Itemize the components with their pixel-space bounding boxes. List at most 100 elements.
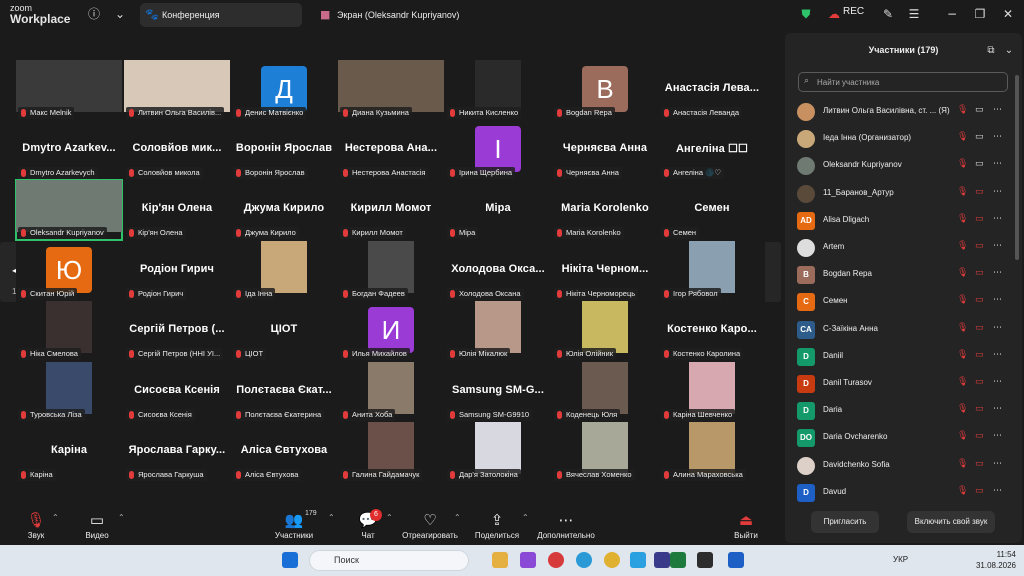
participant-row[interactable]: Artem 🎙 ▭ ⋯ [785,234,1022,261]
participant-tile[interactable]: І Ірина Щербина [445,120,551,180]
mic-muted-icon[interactable]: 🎙 [957,295,968,305]
leave-button[interactable]: ⏏ Выйти [716,505,776,545]
mic-muted-icon[interactable]: 🎙 [957,105,968,115]
participant-row[interactable]: DO Daria Ovcharenko 🎙 ▭ ⋯ [785,424,1022,451]
share-options-chevron[interactable]: ⌃ [522,513,529,522]
participant-row[interactable]: Oleksandr Kupriyanov 🎙 ▭ ⋯ [785,152,1022,179]
camera-off-icon[interactable]: ▭ [975,323,984,333]
participant-tile[interactable]: Ангеліна ☐☐ Ангеліна 🌑♡ [659,120,765,180]
participant-row[interactable]: D Daria 🎙 ▭ ⋯ [785,397,1022,424]
participant-row[interactable]: Литвин Ольга Василівна, ст. ... (Я) 🎙 ▭ ⋯ [785,98,1022,125]
camera-off-icon[interactable]: ▭ [975,350,984,360]
shield-icon[interactable]: ⛊ [798,6,814,22]
participants-button[interactable]: 👥 179 Участники [264,505,324,545]
participant-row[interactable]: CA С-Заїкіна Анна 🎙 ▭ ⋯ [785,316,1022,343]
participant-tile[interactable]: Анита Хоба [338,362,444,422]
participant-tile[interactable]: Ярослава Гарку... Ярослава Гаркуша [124,422,230,482]
chat-options-chevron[interactable]: ⌃ [386,513,393,522]
more-options-icon[interactable]: ⋯ [993,377,1002,387]
share-button[interactable]: ⇪ Поделиться [467,505,527,545]
participant-tile[interactable]: Юлія Мікалюк [445,301,551,361]
participant-tile[interactable]: Макс Melnik [16,60,122,120]
chevron-down-icon[interactable]: ⌄ [112,6,128,22]
camera-off-icon[interactable]: ▭ [975,241,984,251]
restore-icon[interactable]: ❐ [972,6,988,22]
unmute-myself-button[interactable]: Включить свой звук [907,511,995,533]
participant-row[interactable]: B Bogdan Repa 🎙 ▭ ⋯ [785,261,1022,288]
camera-off-icon[interactable]: ▭ [975,459,984,469]
participant-tile[interactable]: Д Денис Матвієнко [231,60,337,120]
search-input[interactable] [817,76,997,88]
reactions-button[interactable]: ♡ Отреагировать [400,505,460,545]
participant-tile[interactable]: Нікіта Черном... Нікіта Черноморець [552,241,658,301]
excel-icon[interactable] [670,552,686,568]
participant-tile[interactable]: Сисоєва Ксенія Сисоєва Ксенія [124,362,230,422]
camera-off-icon[interactable]: ▭ [975,187,984,197]
mic-muted-icon[interactable]: 🎙 [957,459,968,469]
participant-tile[interactable]: Галина Гайдамачук [338,422,444,482]
participant-tile[interactable]: Черняєва Анна Черняєва Анна [552,120,658,180]
participant-tile[interactable]: ЦІОТ ЦІОТ [231,301,337,361]
participant-tile[interactable]: Аліса Євтухова Аліса Євтухова [231,422,337,482]
participant-tile[interactable]: Родіон Гирич Родіон Гирич [124,241,230,301]
participant-search[interactable]: ⌕ [798,72,1008,92]
more-options-icon[interactable]: ⋯ [993,350,1002,360]
mic-muted-icon[interactable]: 🎙 [957,241,968,251]
participant-tile[interactable]: Maria Korolenko Maria Korolenko [552,180,658,240]
participant-tile[interactable]: B Bogdan Repa [552,60,658,120]
participant-tile[interactable]: Полєтаєва Єкат... Полєтаєва Єкатерина [231,362,337,422]
more-button[interactable]: ⋯ Дополнительно [536,505,596,545]
magic-wand-icon[interactable]: ✎ [880,6,896,22]
windows-start-icon[interactable] [282,552,298,568]
word-icon[interactable] [728,552,744,568]
close-icon[interactable]: ✕ [1000,6,1016,22]
camera-off-icon[interactable]: ▭ [975,377,984,387]
participant-tile[interactable]: Джума Кирило Джума Кирило [231,180,337,240]
video-options-chevron[interactable]: ⌃ [118,513,125,522]
camera-off-icon[interactable]: ▭ [975,404,984,414]
participant-tile[interactable]: И Илья Михайлов [338,301,444,361]
audio-options-chevron[interactable]: ⌃ [52,513,59,522]
participant-tile[interactable]: Диана Кузьмина [338,60,444,120]
clock[interactable]: 11:54 31.08.2026 [968,549,1016,571]
participant-tile[interactable]: Холодова Окса... Холодова Оксана [445,241,551,301]
participant-tile[interactable]: Ігор Рябовол [659,241,765,301]
invite-button[interactable]: Пригласить [811,511,879,533]
participant-tile[interactable]: Іда Інна [231,241,337,301]
more-options-icon[interactable]: ⋯ [993,268,1002,278]
more-options-icon[interactable]: ⋯ [993,105,1002,115]
camera-off-icon[interactable]: ▭ [975,268,984,278]
participant-tile[interactable]: Никита Кисленко [445,60,551,120]
chevron-down-icon[interactable]: ⌄ [1001,43,1017,59]
participant-tile[interactable]: Коденець Юля [552,362,658,422]
participants-options-chevron[interactable]: ⌃ [328,513,335,522]
participant-tile[interactable]: Міра Міра [445,180,551,240]
mic-muted-icon[interactable]: 🎙 [957,404,968,414]
camera-off-icon[interactable]: ▭ [975,159,984,169]
more-options-icon[interactable]: ⋯ [993,323,1002,333]
tab-meeting[interactable]: 🐾 Конференция [140,3,302,27]
camera-off-icon[interactable]: ▭ [975,295,984,305]
participant-tile[interactable]: Богдан Фадеев [338,241,444,301]
participant-tile[interactable]: Кір'ян Олена Кір'ян Олена [124,180,230,240]
more-options-icon[interactable]: ⋯ [993,459,1002,469]
participant-tile[interactable]: Воронін Ярослав Воронін Ярослав [231,120,337,180]
messenger-icon[interactable] [654,552,670,568]
participant-tile[interactable]: Дар'я Затолокіна [445,422,551,482]
mic-muted-icon[interactable]: 🎙 [957,350,968,360]
participant-row[interactable]: D Davud 🎙 ▭ ⋯ [785,479,1022,506]
participant-tile[interactable]: Samsung SM-G... Samsung SM-G9910 [445,362,551,422]
zoom-taskbar-icon[interactable] [697,552,713,568]
reactions-options-chevron[interactable]: ⌃ [454,513,461,522]
more-options-icon[interactable]: ⋯ [993,241,1002,251]
participant-tile[interactable]: Вячеслав Хоменко [552,422,658,482]
participant-tile[interactable]: Нестерова Ана... Нестерова Анастасія [338,120,444,180]
more-options-icon[interactable]: ⋯ [993,214,1002,224]
chrome-icon[interactable] [604,552,620,568]
participant-tile[interactable]: Dmytro Azarkev... Dmytro Azarkevych [16,120,122,180]
opera-icon[interactable] [548,552,564,568]
participant-tile[interactable]: Анастасія Лева... Анастасія Леванда [659,60,765,120]
participant-tile[interactable]: Ю Скитан Юрій [16,241,122,301]
more-options-icon[interactable]: ⋯ [993,187,1002,197]
participant-tile[interactable]: Кирилл Момот Кирилл Момот [338,180,444,240]
